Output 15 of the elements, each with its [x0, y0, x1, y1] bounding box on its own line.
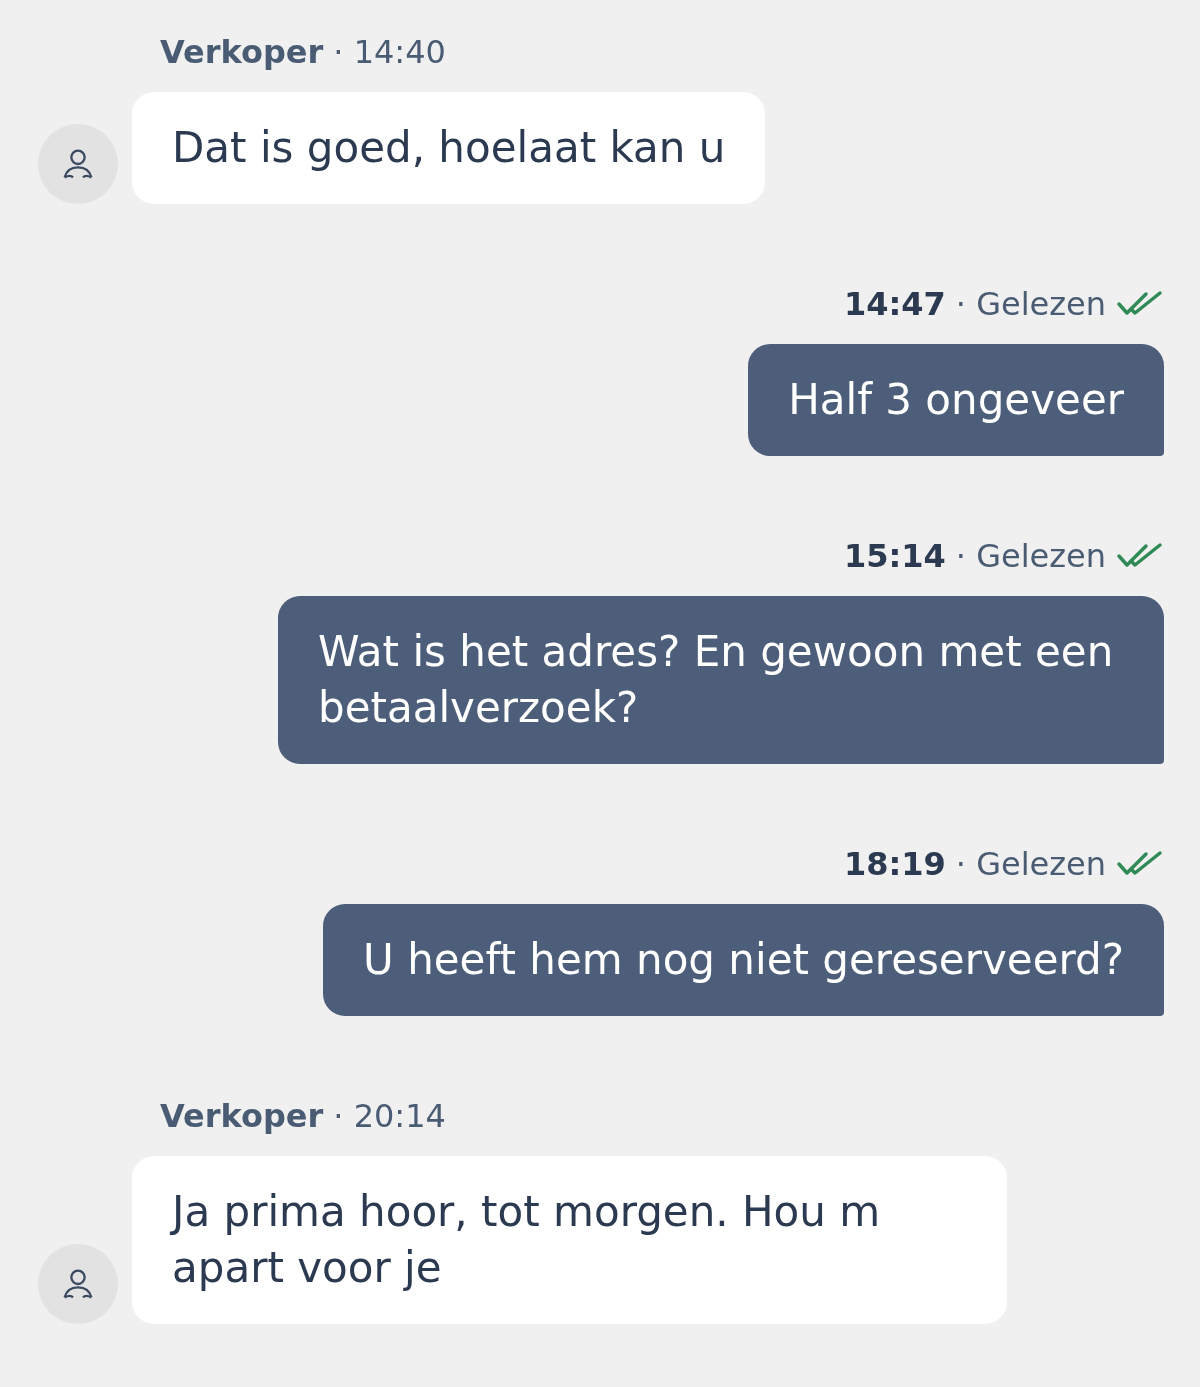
message-bubble: Wat is het adres? En gewoon met een betaalverzoek?: [278, 596, 1164, 764]
message-bubble: Ja prima hoor, tot morgen. Hou m apart voor je: [132, 1156, 1007, 1324]
sender-name: Verkoper: [160, 32, 324, 73]
message-time: · 20:14: [333, 1096, 446, 1137]
read-status: · Gelezen: [955, 284, 1106, 325]
message-bubble: Half 3 ongeveer: [748, 344, 1164, 456]
message-bubble: U heeft hem nog niet gereserveerd?: [323, 904, 1164, 1016]
message-time: · 14:40: [333, 32, 446, 73]
message-time: 18:19: [843, 844, 946, 885]
message-time: 14:47: [843, 284, 946, 325]
sender-name: Verkoper: [160, 1096, 324, 1137]
message-time: 15:14: [843, 536, 946, 577]
message-bubble: Dat is goed, hoelaat kan u: [132, 92, 766, 204]
read-status: · Gelezen: [955, 536, 1106, 577]
read-status: · Gelezen: [955, 844, 1106, 885]
